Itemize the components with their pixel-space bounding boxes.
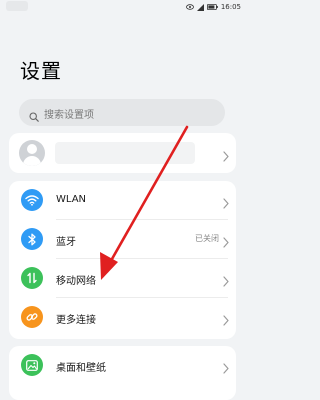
wifi-icon xyxy=(21,189,43,211)
settings-item-more-connections[interactable]: 更多连接 xyxy=(9,298,236,337)
settings-item-wlan[interactable]: WLAN xyxy=(9,181,236,220)
bluetooth-icon xyxy=(21,228,43,250)
settings-item-label: 更多连接 xyxy=(56,315,96,326)
page-title: 设置 xyxy=(20,59,62,83)
settings-item-wallpaper[interactable]: 桌面和壁纸 xyxy=(9,346,236,385)
chevron-right-icon xyxy=(223,311,229,330)
settings-item-label: WLAN xyxy=(56,194,87,205)
settings-item-label: 移动网络 xyxy=(56,276,96,287)
status-right: 16:05 xyxy=(185,1,241,13)
search-icon xyxy=(29,107,39,126)
settings-item-label: 蓝牙 xyxy=(56,237,76,248)
mobile-network-icon xyxy=(21,267,43,289)
chevron-right-icon xyxy=(223,272,229,291)
connectivity-card: WLAN 蓝牙 已关闭 移动网络 更多连接 xyxy=(9,181,236,339)
status-left-obscured xyxy=(6,1,28,11)
chevron-right-icon xyxy=(223,147,229,166)
status-bar: 16:05 xyxy=(0,0,245,14)
eye-comfort-icon xyxy=(185,4,194,10)
search-input[interactable]: 搜索设置项 xyxy=(19,99,225,126)
search-placeholder: 搜索设置项 xyxy=(44,110,94,121)
chevron-right-icon xyxy=(223,359,229,378)
bluetooth-status: 已关闭 xyxy=(195,234,219,243)
wallpaper-icon xyxy=(21,354,43,376)
avatar xyxy=(19,140,45,166)
account-name-obscured xyxy=(55,142,195,164)
chevron-right-icon xyxy=(223,194,229,213)
status-time: 16:05 xyxy=(220,3,241,11)
settings-item-label: 桌面和壁纸 xyxy=(56,363,106,374)
settings-item-bluetooth[interactable]: 蓝牙 已关闭 xyxy=(9,220,236,259)
battery-icon xyxy=(206,4,218,10)
settings-item-mobile-network[interactable]: 移动网络 xyxy=(9,259,236,298)
chevron-right-icon xyxy=(223,233,229,252)
signal-icon xyxy=(196,3,204,11)
display-card: 桌面和壁纸 xyxy=(9,346,236,400)
account-card[interactable] xyxy=(9,133,236,173)
link-icon xyxy=(21,306,43,328)
